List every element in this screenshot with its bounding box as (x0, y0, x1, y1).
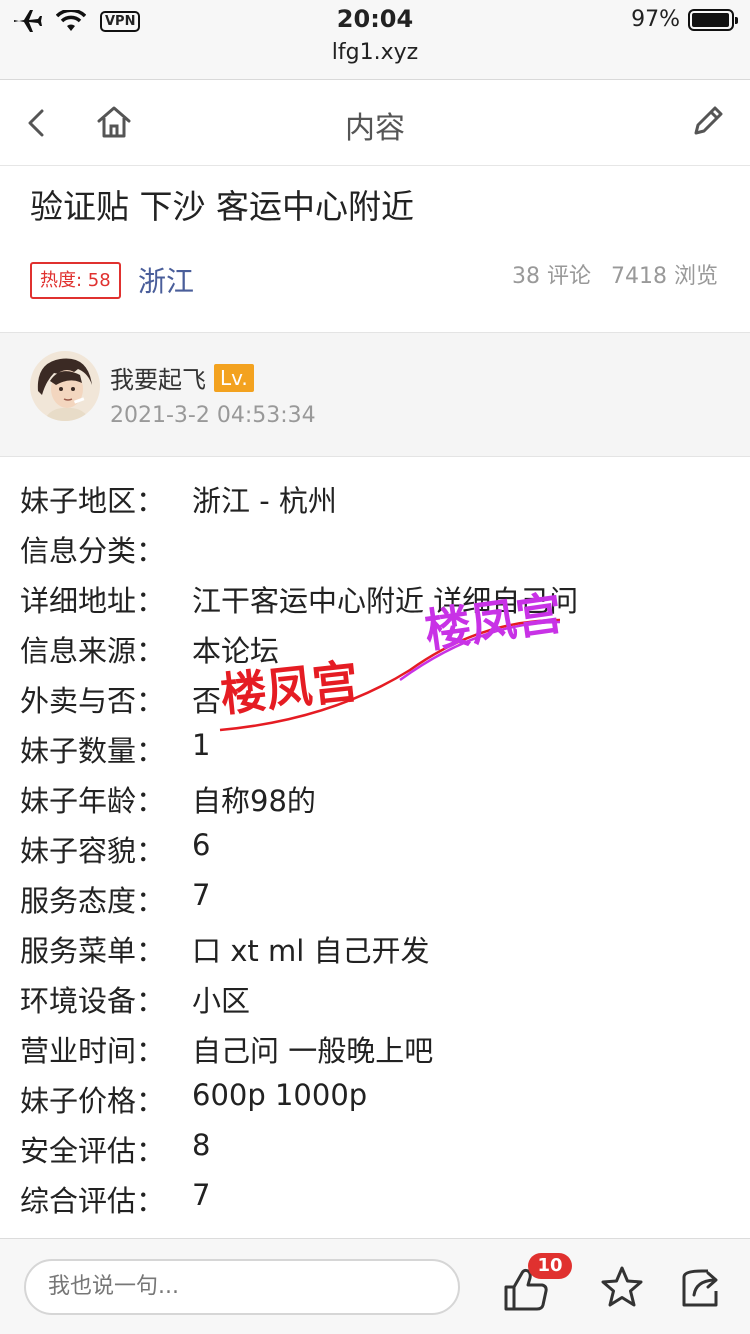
page-url[interactable]: lfg1.xyz (0, 40, 750, 65)
author-name-row: 我要起飞 Lv. (110, 360, 254, 395)
info-label: 妹子容貌： (20, 834, 166, 868)
info-row: 妹子年龄： 自称98的 (20, 778, 740, 828)
heat-badge: 热度: 58 (30, 262, 121, 299)
battery-icon (688, 8, 738, 31)
comment-count: 38 评论 (512, 264, 592, 289)
info-label: 营业时间： (20, 1034, 166, 1068)
info-value: 8 (192, 1128, 211, 1162)
info-label: 服务菜单： (20, 934, 166, 968)
info-row: 安全评估： 8 (20, 1128, 740, 1178)
info-label: 妹子年龄： (20, 784, 166, 818)
info-label: 服务态度： (20, 884, 166, 918)
info-label: 详细地址： (20, 584, 166, 618)
info-label: 综合评估： (20, 1184, 166, 1218)
level-badge: Lv. (214, 363, 254, 392)
article-stats: 38 评论 7418 浏览 (512, 258, 718, 290)
battery-fill (692, 12, 729, 27)
info-row: 妹子容貌： 6 (20, 828, 740, 878)
info-label: 妹子价格： (20, 1084, 166, 1118)
info-value: 7 (192, 1178, 211, 1212)
info-row: 服务态度： 7 (20, 878, 740, 928)
like-count-badge: 10 (528, 1253, 572, 1279)
view-count: 7418 浏览 (611, 264, 718, 289)
info-label: 信息分类： (20, 534, 166, 568)
info-label: 妹子数量： (20, 734, 166, 768)
comment-input[interactable]: 我也说一句... (24, 1259, 460, 1315)
info-label: 妹子地区： (20, 484, 166, 518)
info-value: 口 xt ml 自己开发 (192, 934, 430, 968)
info-value: 6 (192, 828, 211, 862)
info-row: 营业时间： 自己问 一般晚上吧 (20, 1028, 740, 1078)
nav-bar: 内容 (0, 81, 750, 166)
info-row: 妹子地区： 浙江 - 杭州 (20, 478, 740, 528)
avatar[interactable] (30, 351, 100, 421)
star-icon[interactable] (600, 1265, 644, 1309)
battery-percent: 97% (631, 7, 680, 32)
info-value: 小区 (192, 984, 251, 1018)
info-row: 环境设备： 小区 (20, 978, 740, 1028)
info-label: 安全评估： (20, 1134, 166, 1168)
author-box: 我要起飞 Lv. 2021-3-2 04:53:34 (0, 333, 750, 457)
info-row: 综合评估： 7 (20, 1178, 740, 1228)
info-value (192, 528, 740, 578)
info-row: 妹子价格： 600p 1000p (20, 1078, 740, 1128)
status-bar: VPN 20:04 lfg1.xyz 97% (0, 0, 750, 80)
bottom-bar: 我也说一句... 10 (0, 1238, 750, 1334)
info-label: 信息来源： (20, 634, 166, 668)
info-row: 服务菜单： 口 xt ml 自己开发 (20, 928, 740, 978)
post-time: 2021-3-2 04:53:34 (110, 403, 316, 428)
info-value: 600p 1000p (192, 1078, 368, 1112)
status-right: 97% (631, 7, 738, 32)
share-icon[interactable] (678, 1265, 724, 1309)
region-link[interactable]: 浙江 (138, 260, 194, 300)
post-content: 妹子地区： 浙江 - 杭州 信息分类： 详细地址： 江干客运中心附近 详细自己问 信息来源… (20, 478, 740, 1228)
info-value: 自称98的 (192, 784, 316, 818)
info-value: 7 (192, 878, 211, 912)
info-row: 信息分类： (20, 528, 740, 578)
info-value: 自己问 一般晚上吧 (192, 1034, 434, 1068)
page-title: 内容 (345, 111, 405, 146)
article-title: 验证贴 下沙 客运中心附近 (30, 187, 414, 226)
author-name[interactable]: 我要起飞 (110, 360, 206, 395)
info-value: 浙江 - 杭州 (192, 484, 337, 518)
info-label: 环境设备： (20, 984, 166, 1018)
pencil-icon[interactable] (688, 101, 728, 141)
info-label: 外卖与否： (20, 684, 166, 718)
